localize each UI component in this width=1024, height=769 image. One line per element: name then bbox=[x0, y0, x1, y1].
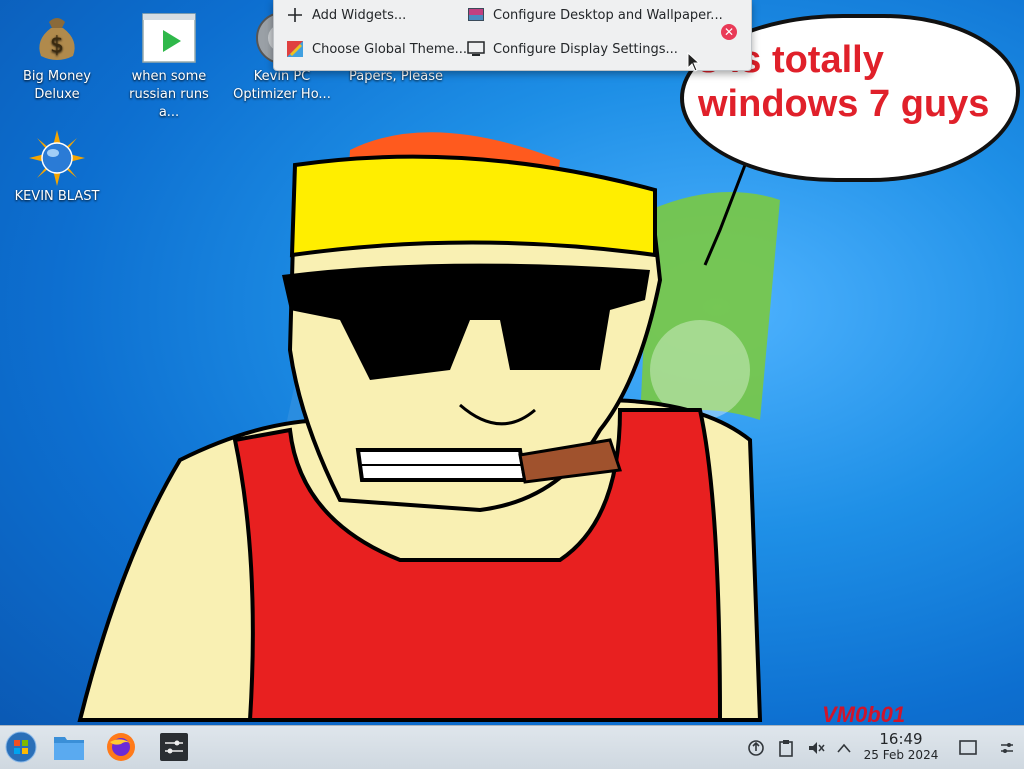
taskbar-app-settings[interactable] bbox=[155, 730, 193, 764]
mouse-cursor-icon bbox=[687, 52, 701, 72]
desktop-icon-label: when some russian runs a... bbox=[129, 69, 209, 120]
firefox-icon bbox=[107, 733, 135, 761]
wallpaper-icon bbox=[467, 6, 485, 24]
desktop-icon-kevin-blast[interactable]: KEVIN BLAST bbox=[7, 130, 107, 206]
plus-icon bbox=[286, 6, 304, 24]
file-manager-icon bbox=[54, 737, 84, 760]
menu-item-choose-global-theme[interactable]: Choose Global Theme... bbox=[286, 34, 467, 64]
close-icon[interactable]: ✕ bbox=[721, 24, 737, 40]
start-button[interactable] bbox=[2, 730, 40, 764]
desktop-icon-label: Kevin PC Optimizer Ho... bbox=[233, 69, 331, 102]
menu-item-add-widgets[interactable]: Add Widgets... bbox=[286, 0, 406, 30]
display-icon bbox=[467, 40, 485, 58]
desktop-context-menu: Add Widgets... Configure Desktop and Wal… bbox=[273, 0, 752, 71]
clock-date: 25 Feb 2024 bbox=[863, 748, 939, 762]
menu-item-label: Configure Desktop and Wallpaper... bbox=[493, 7, 723, 23]
show-desktop-icon[interactable] bbox=[958, 738, 978, 758]
panel-settings-icon[interactable] bbox=[997, 738, 1017, 758]
menu-item-configure-display[interactable]: Configure Display Settings... bbox=[467, 34, 678, 64]
menu-item-label: Configure Display Settings... bbox=[493, 41, 678, 57]
settings-sliders-icon bbox=[160, 733, 188, 761]
taskbar-app-firefox[interactable] bbox=[102, 730, 140, 764]
desktop-icon-russian-video[interactable]: when some russian runs a... bbox=[119, 10, 219, 122]
speech-line-2: windows 7 guys bbox=[698, 83, 990, 125]
menu-item-label: Choose Global Theme... bbox=[312, 41, 467, 57]
menu-item-configure-desktop[interactable]: Configure Desktop and Wallpaper... bbox=[467, 0, 723, 30]
video-file-icon bbox=[142, 13, 196, 63]
desktop-icon-label: Big Money Deluxe bbox=[22, 69, 91, 102]
money-bag-icon: $ bbox=[39, 18, 75, 60]
desktop-icon-big-money-deluxe[interactable]: $ Big Money Deluxe bbox=[7, 10, 107, 104]
theme-icon bbox=[286, 40, 304, 58]
windows-orb-icon bbox=[5, 731, 37, 763]
digital-clock[interactable]: 16:49 25 Feb 2024 bbox=[856, 731, 946, 763]
taskbar-app-file-manager[interactable] bbox=[50, 730, 88, 764]
menu-item-label: Add Widgets... bbox=[312, 7, 407, 23]
chevron-up-icon[interactable] bbox=[834, 738, 854, 758]
clipboard-icon[interactable] bbox=[776, 738, 796, 758]
desktop-icon-label: KEVIN BLAST bbox=[14, 189, 100, 204]
updates-icon[interactable] bbox=[746, 738, 766, 758]
clock-time: 16:49 bbox=[879, 730, 923, 748]
volume-muted-icon[interactable] bbox=[806, 738, 826, 758]
sun-globe-icon bbox=[29, 130, 85, 186]
svg-text:$: $ bbox=[50, 33, 64, 58]
